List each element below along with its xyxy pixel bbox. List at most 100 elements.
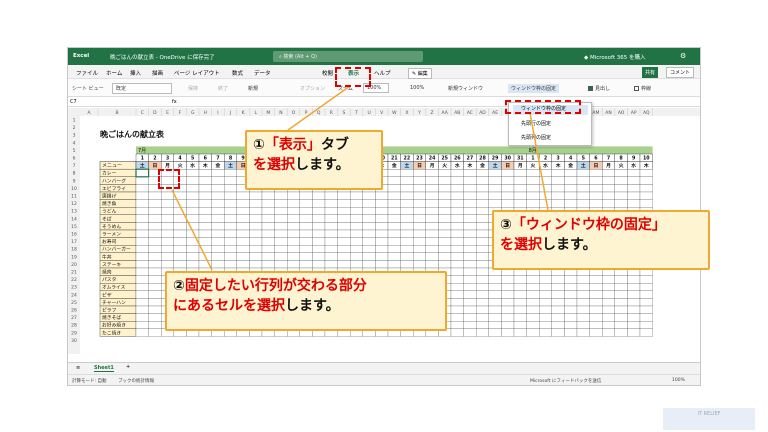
keep-button[interactable]: 保持 xyxy=(188,85,198,92)
tab-3[interactable]: 描画 xyxy=(152,69,163,77)
schedule-cell xyxy=(173,207,187,215)
schedule-cell xyxy=(186,229,200,238)
schedule-cell xyxy=(236,229,250,238)
buy-m365-link[interactable]: ◆ Microsoft 365 を購入 xyxy=(584,53,646,61)
step-number: ② xyxy=(173,278,185,294)
new-window-button[interactable]: 新規ウィンドウ xyxy=(448,85,483,92)
new-view-button[interactable]: 新規 xyxy=(248,85,258,92)
schedule-cell xyxy=(539,328,552,337)
calc-mode[interactable]: 計算モード: 自動 xyxy=(72,378,106,384)
menu-item: そうめん xyxy=(102,223,121,230)
sheet-list-icon[interactable]: ≡ xyxy=(76,365,80,371)
schedule-cell xyxy=(186,199,200,208)
column-letter: F xyxy=(179,110,182,116)
schedule-cell xyxy=(627,313,641,322)
tab-5[interactable]: 数式 xyxy=(232,69,243,77)
schedule-cell xyxy=(463,313,477,322)
schedule-cell xyxy=(450,305,464,314)
tab-0[interactable]: ファイル xyxy=(76,69,98,77)
schedule-cell xyxy=(438,229,452,238)
options-button[interactable]: オプション xyxy=(300,85,325,92)
schedule-cell xyxy=(501,298,515,307)
schedule-cell xyxy=(476,245,489,253)
month-label: 8月 xyxy=(529,148,537,154)
callout-highlight: 「ウィンドウ枠の固定」 xyxy=(511,217,666,233)
schedule-cell xyxy=(287,207,300,215)
schedule-cell xyxy=(287,199,300,208)
tab-6[interactable]: データ xyxy=(254,69,271,77)
schedule-cell xyxy=(513,176,527,185)
schedule-cell xyxy=(526,199,540,208)
column-letter: AA xyxy=(442,110,449,116)
tab-7[interactable]: 校閲 xyxy=(322,69,333,77)
schedule-cell xyxy=(463,328,477,337)
schedule-cell xyxy=(173,191,187,200)
schedule-cell xyxy=(173,252,187,261)
schedule-cell xyxy=(476,305,489,314)
sheet-tab[interactable]: Sheet1 xyxy=(94,365,114,372)
zoom-100-button[interactable]: 100% xyxy=(410,85,424,91)
menu-item: うどん xyxy=(102,208,117,215)
name-box[interactable]: C7 xyxy=(70,99,160,105)
menu-item-freeze-first-column[interactable]: 先頭列の固定 xyxy=(513,134,551,144)
schedule-cell xyxy=(539,191,552,200)
freeze-panes-button[interactable]: ウィンドウ枠の固定 xyxy=(508,84,560,93)
schedule-cell xyxy=(413,207,426,215)
feedback-link[interactable]: Microsoft にフィードバックを送信 xyxy=(530,378,601,384)
tab-2[interactable]: 挿入 xyxy=(130,69,141,77)
document-title[interactable]: 晩ごはんの献立表 - OneDrive に保存完了 xyxy=(110,53,215,61)
schedule-cell xyxy=(224,191,237,200)
schedule-cell xyxy=(186,237,200,246)
schedule-cell xyxy=(161,260,174,269)
schedule-cell xyxy=(450,207,464,215)
gear-icon[interactable]: ⚙ xyxy=(680,52,686,60)
schedule-cell xyxy=(350,245,363,253)
comment-button[interactable]: コメント xyxy=(666,67,695,78)
schedule-cell xyxy=(236,237,250,246)
day-number: 31 xyxy=(517,156,524,162)
day-number: 23 xyxy=(416,156,423,162)
schedule-cell xyxy=(576,169,590,177)
schedule-cell xyxy=(362,191,376,200)
tab-1[interactable]: ホーム xyxy=(106,69,122,77)
weekday: 日 xyxy=(417,162,422,169)
exit-button[interactable]: 終了 xyxy=(218,85,228,92)
search-box[interactable]: ⌕ 検索 (Alt + Q) xyxy=(273,51,423,62)
tab-4[interactable]: ページ レイアウト xyxy=(174,69,220,77)
gridlines-checkbox[interactable]: 枠線 xyxy=(634,85,651,92)
schedule-cell xyxy=(639,313,653,322)
add-sheet-icon[interactable]: + xyxy=(126,364,130,370)
schedule-cell xyxy=(135,313,149,322)
schedule-cell xyxy=(249,229,263,238)
share-button[interactable]: 共有 xyxy=(642,67,659,78)
schedule-cell xyxy=(337,245,351,253)
sheet-view-select[interactable]: 既定 xyxy=(112,83,172,94)
schedule-cell xyxy=(476,184,489,193)
callout-step-3: ③「ウィンドウ枠の固定」 を選択します。 xyxy=(492,210,710,270)
schedule-cell xyxy=(135,169,149,177)
day-number: 29 xyxy=(492,156,499,162)
schedule-cell xyxy=(186,184,200,193)
schedule-cell xyxy=(476,260,489,269)
sheet-view-label: シート ビュー xyxy=(72,86,104,92)
schedule-cell xyxy=(589,298,603,307)
headings-checkbox[interactable]: 見出し xyxy=(588,85,610,92)
tab-9[interactable]: ヘルプ xyxy=(374,69,391,77)
row-number: 7 xyxy=(73,163,76,169)
day-number: 27 xyxy=(467,156,474,162)
row-number: 10 xyxy=(71,186,77,192)
fx-icon[interactable]: fx xyxy=(172,99,177,105)
schedule-cell xyxy=(400,222,414,231)
weekday: 木 xyxy=(466,162,472,169)
schedule-cell xyxy=(425,260,439,269)
status-zoom[interactable]: 100% xyxy=(672,378,685,383)
schedule-cell xyxy=(614,191,628,200)
row-number: 21 xyxy=(71,270,77,276)
workbook-stats[interactable]: ブックの統計情報 xyxy=(118,378,154,384)
schedule-cell xyxy=(135,207,149,215)
schedule-cell xyxy=(249,222,263,231)
menu-item-freeze-top-row[interactable]: 先頭行の固定 xyxy=(513,120,551,130)
edit-mode-button[interactable]: ✎ 編集 xyxy=(408,68,432,79)
step-number: ③ xyxy=(500,217,512,233)
schedule-cell xyxy=(261,191,275,200)
